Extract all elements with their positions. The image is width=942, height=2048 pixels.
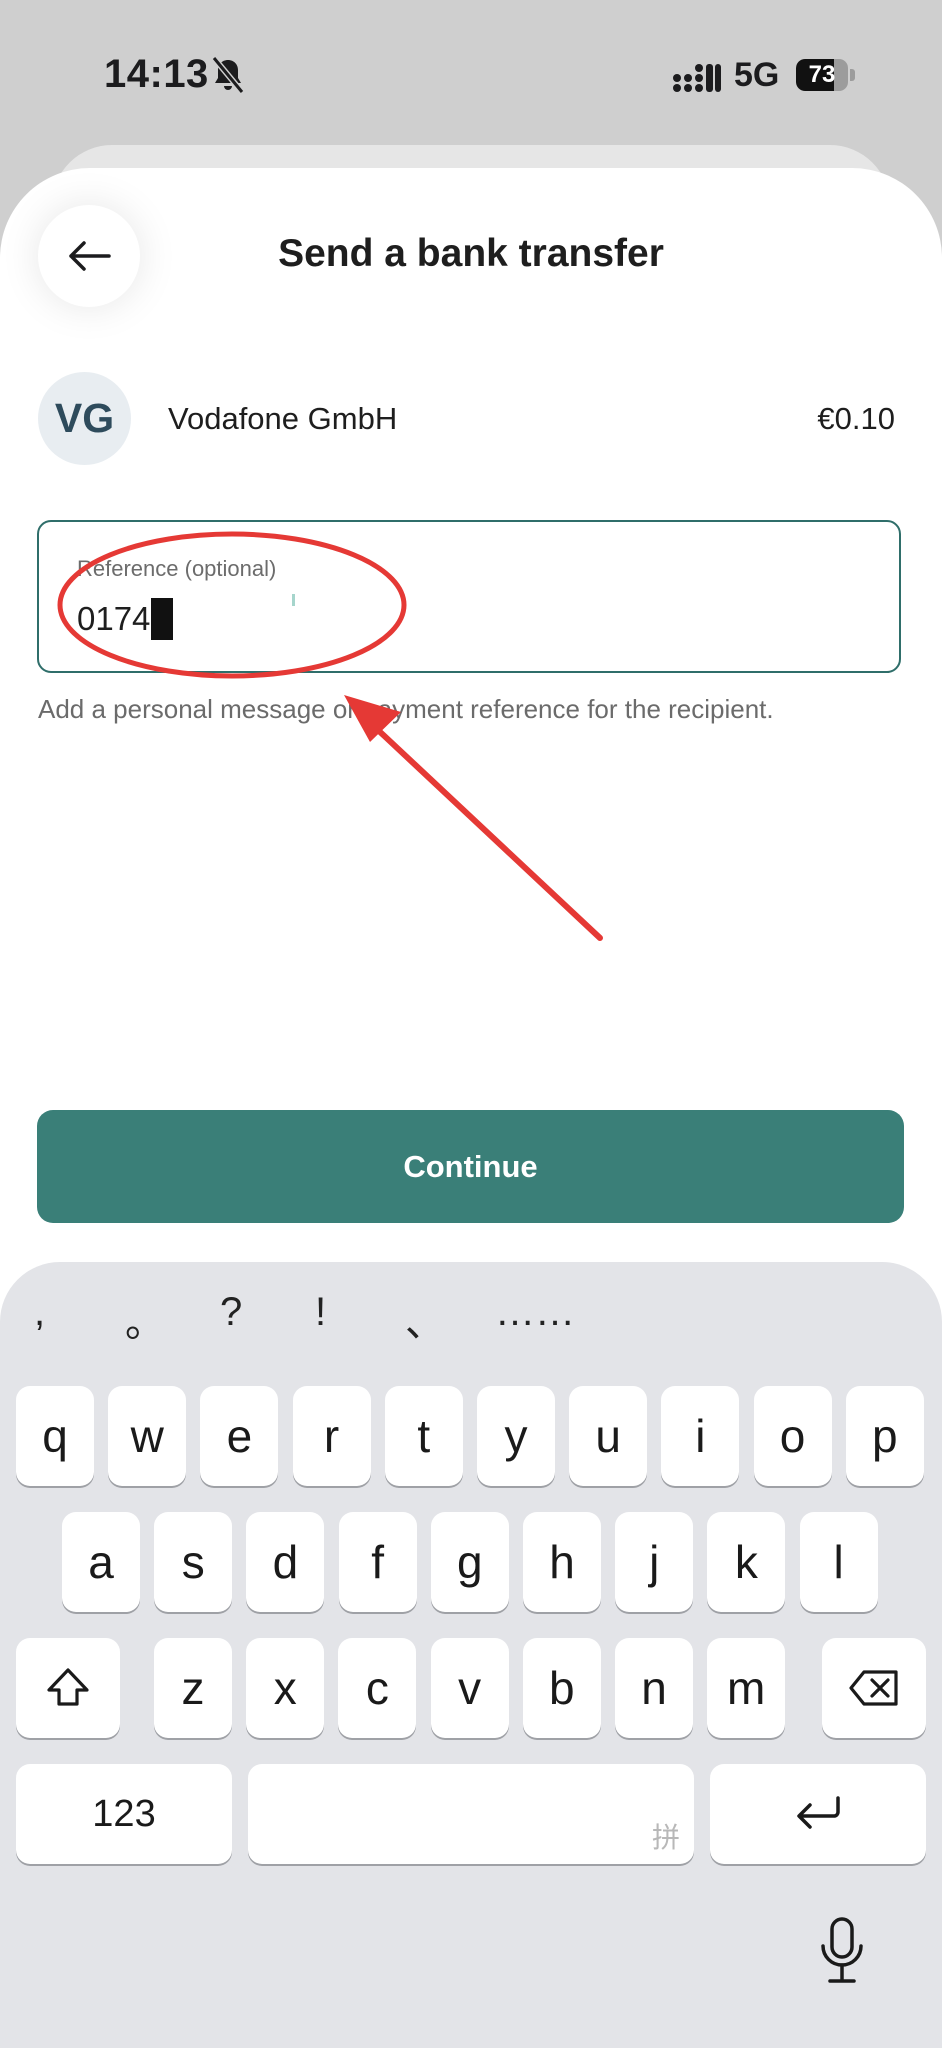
key-m[interactable]: m bbox=[707, 1638, 786, 1738]
shift-icon bbox=[47, 1668, 89, 1706]
suggestion-item[interactable]: ! bbox=[315, 1290, 326, 1335]
key-w[interactable]: w bbox=[108, 1386, 187, 1486]
input-caret-mark bbox=[292, 594, 295, 606]
key-c[interactable]: c bbox=[338, 1638, 417, 1738]
pinyin-hint: 拼 bbox=[651, 1821, 680, 1854]
bell-muted-icon bbox=[211, 56, 245, 94]
key-g[interactable]: g bbox=[430, 1512, 509, 1612]
recipient-name: Vodafone GmbH bbox=[168, 401, 398, 436]
key-v[interactable]: v bbox=[430, 1638, 509, 1738]
return-icon bbox=[797, 1796, 840, 1829]
reference-hint: Add a personal message or payment refere… bbox=[38, 694, 774, 724]
suggestion-item[interactable]: 。 bbox=[125, 1290, 165, 1348]
numbers-key[interactable]: 123 bbox=[16, 1764, 232, 1864]
key-n[interactable]: n bbox=[615, 1638, 693, 1738]
delete-key[interactable] bbox=[822, 1638, 926, 1738]
key-l[interactable]: l bbox=[799, 1512, 878, 1612]
backspace-icon bbox=[849, 1670, 898, 1706]
reference-input[interactable]: 0174 bbox=[77, 598, 174, 640]
space-key[interactable]: 拼 bbox=[248, 1764, 694, 1864]
reference-value: 0174 bbox=[77, 600, 151, 637]
key-p[interactable]: p bbox=[845, 1386, 924, 1486]
suggestion-item[interactable]: ? bbox=[220, 1290, 242, 1335]
status-time: 14:13 bbox=[104, 52, 209, 96]
suggestion-item[interactable]: 、 bbox=[405, 1290, 445, 1348]
key-k[interactable]: k bbox=[707, 1512, 786, 1612]
page-title: Send a bank transfer bbox=[278, 232, 664, 275]
key-j[interactable]: j bbox=[615, 1512, 694, 1612]
key-t[interactable]: t bbox=[384, 1386, 463, 1486]
microphone-icon[interactable] bbox=[818, 1916, 866, 1986]
status-bar: 14:13 5G 73 bbox=[0, 0, 942, 150]
key-z[interactable]: z bbox=[154, 1638, 232, 1738]
battery-percent: 73 bbox=[808, 61, 836, 88]
suggestion-item[interactable]: , bbox=[34, 1290, 45, 1335]
key-o[interactable]: o bbox=[753, 1386, 832, 1486]
shift-key[interactable] bbox=[16, 1638, 120, 1738]
recipient-avatar: VG bbox=[38, 372, 131, 465]
key-x[interactable]: x bbox=[246, 1638, 325, 1738]
key-s[interactable]: s bbox=[154, 1512, 233, 1612]
key-u[interactable]: u bbox=[569, 1386, 648, 1486]
continue-button[interactable]: Continue bbox=[37, 1110, 904, 1223]
suggestion-item[interactable]: …… bbox=[495, 1290, 575, 1335]
battery-icon: 73 bbox=[796, 59, 856, 91]
key-i[interactable]: i bbox=[661, 1386, 740, 1486]
key-d[interactable]: d bbox=[246, 1512, 325, 1612]
network-label: 5G bbox=[734, 56, 780, 94]
key-f[interactable]: f bbox=[338, 1512, 417, 1612]
key-r[interactable]: r bbox=[292, 1386, 371, 1486]
reference-field[interactable]: Reference (optional) 0174 bbox=[37, 520, 901, 673]
return-key[interactable] bbox=[710, 1764, 926, 1864]
signal-icon bbox=[673, 64, 721, 92]
key-q[interactable]: q bbox=[16, 1386, 94, 1486]
reference-label: Reference (optional) bbox=[77, 556, 277, 581]
key-b[interactable]: b bbox=[522, 1638, 601, 1738]
key-y[interactable]: y bbox=[477, 1386, 555, 1486]
key-h[interactable]: h bbox=[523, 1512, 601, 1612]
text-cursor bbox=[151, 598, 174, 640]
key-a[interactable]: a bbox=[62, 1512, 140, 1612]
key-e[interactable]: e bbox=[200, 1386, 279, 1486]
transfer-amount: €0.10 bbox=[817, 401, 895, 436]
